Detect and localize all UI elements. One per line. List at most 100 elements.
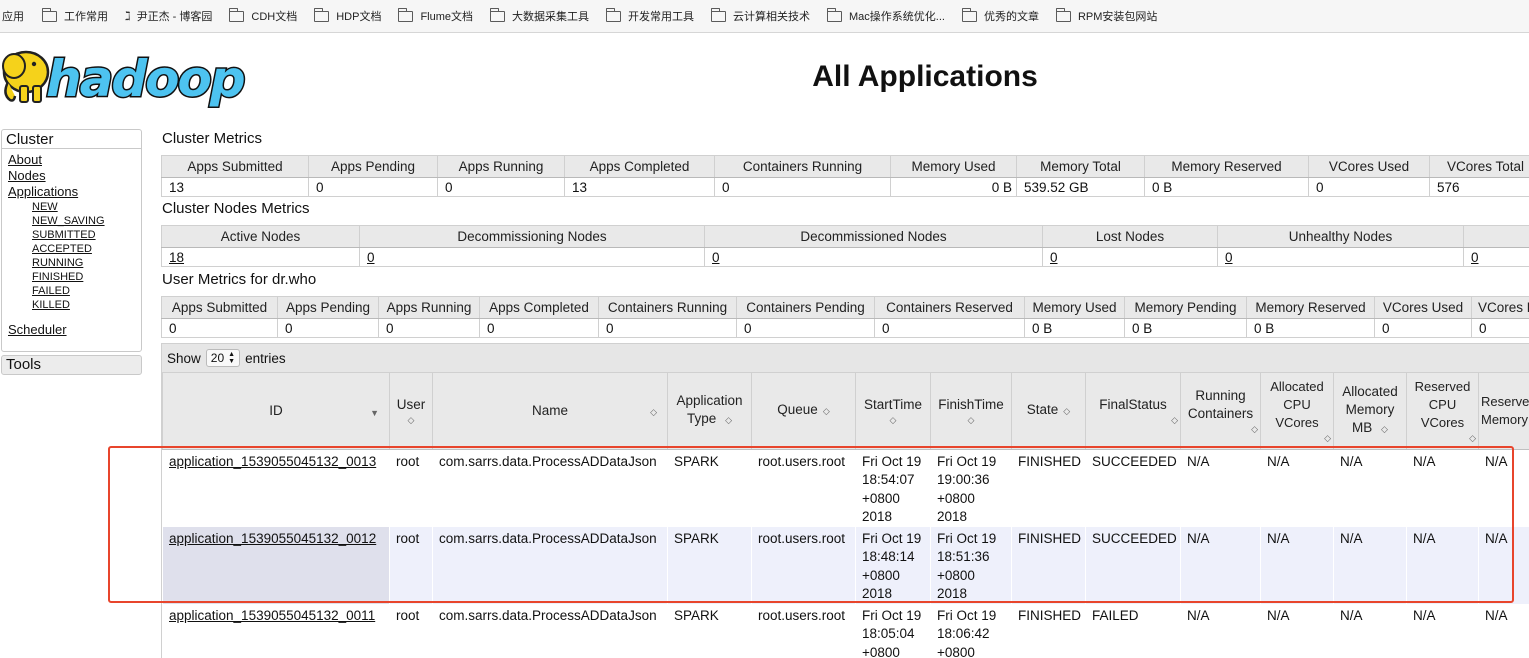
- app-allocated-memory: N/A: [1340, 453, 1363, 469]
- folder-icon: [489, 7, 506, 22]
- nav-nodes[interactable]: Nodes: [8, 168, 141, 184]
- folder-icon: [605, 7, 622, 22]
- applications-table: ID ▼ User ◇ Name ◇ Application Type ◇ Queue…: [162, 373, 1529, 658]
- nav-applications[interactable]: Applications: [8, 184, 141, 200]
- col-allocated-cpu[interactable]: Allocated CPU VCores ◇: [1260, 373, 1334, 450]
- nav-about[interactable]: About: [8, 152, 141, 168]
- app-finalstatus: SUCCEEDED: [1092, 453, 1177, 469]
- col-running-containers[interactable]: Running Containers ◇: [1180, 373, 1261, 450]
- col-state[interactable]: State ◇: [1011, 373, 1086, 450]
- col-rebooted-nodes: [1463, 225, 1529, 248]
- sort-desc-icon: ▼: [370, 408, 379, 418]
- col-app-type[interactable]: Application Type ◇: [667, 373, 752, 450]
- app-user: root: [389, 526, 433, 604]
- nav-state-running[interactable]: RUNNING: [32, 256, 141, 270]
- app-finalstatus: FAILED: [1092, 607, 1139, 623]
- application-id-link[interactable]: application_1539055045132_0011: [169, 608, 375, 623]
- folder-icon: [710, 7, 727, 22]
- metric-value: 0: [1471, 318, 1529, 338]
- decommissioning-nodes-link[interactable]: 0: [367, 250, 375, 265]
- metric-value: 576: [1429, 177, 1529, 197]
- metric-value: 0 B: [890, 177, 1017, 197]
- col-apps-submitted: Apps Submitted: [161, 155, 309, 178]
- nav-state-submitted[interactable]: SUBMITTED: [32, 228, 141, 242]
- bookmark-bigdata[interactable]: 大数据采集工具: [489, 7, 589, 24]
- sort-icon: ◇: [1063, 406, 1071, 417]
- sort-icon: ◇: [407, 414, 415, 425]
- sort-icon: ◇: [889, 414, 897, 425]
- col-user-memory-reserved: Memory Reserved: [1246, 296, 1375, 319]
- cluster-nav-header[interactable]: Cluster: [2, 130, 141, 149]
- nav-state-accepted[interactable]: ACCEPTED: [32, 242, 141, 256]
- app-allocated-memory: N/A: [1333, 526, 1407, 604]
- hadoop-logo[interactable]: hadoop: [0, 42, 260, 108]
- application-id-link[interactable]: application_1539055045132_0012: [169, 531, 376, 546]
- unhealthy-nodes-link[interactable]: 0: [1225, 250, 1233, 265]
- col-memory-used: Memory Used: [890, 155, 1017, 178]
- nav-state-killed[interactable]: KILLED: [32, 298, 141, 312]
- bookmark-blog[interactable]: ℷ 尹正杰 - 博客园: [125, 8, 212, 24]
- col-vcores-used: VCores Used: [1308, 155, 1430, 178]
- col-finalstatus[interactable]: FinalStatus ◇: [1085, 373, 1181, 450]
- folder-icon: [826, 7, 843, 22]
- active-nodes-link[interactable]: 18: [169, 250, 184, 265]
- app-state: FINISHED: [1018, 453, 1082, 469]
- bookmark-rpm[interactable]: RPM安装包网站: [1055, 7, 1157, 24]
- bookmark-mac[interactable]: Mac操作系统优化...: [826, 7, 945, 24]
- col-user[interactable]: User ◇: [389, 373, 433, 450]
- col-memory-total: Memory Total: [1016, 155, 1145, 178]
- page-length-select[interactable]: 20 ▲ ▼: [205, 349, 241, 367]
- col-user-memory-used: Memory Used: [1024, 296, 1125, 319]
- col-apps-completed: Apps Completed: [564, 155, 715, 178]
- application-id-link[interactable]: application_1539055045132_0013: [169, 454, 376, 469]
- elephant-icon: [2, 50, 50, 103]
- bookmark-flume[interactable]: Flume文档: [398, 7, 473, 24]
- decommissioned-nodes-link[interactable]: 0: [712, 250, 720, 265]
- sort-icon: ◇: [1171, 414, 1178, 425]
- col-name[interactable]: Name ◇: [432, 373, 668, 450]
- lost-nodes-link[interactable]: 0: [1050, 250, 1058, 265]
- bookmark-articles[interactable]: 优秀的文章: [961, 7, 1039, 24]
- app-name: com.sarrs.data.ProcessADDataJson: [439, 607, 657, 623]
- rebooted-nodes-link[interactable]: 0: [1471, 250, 1479, 265]
- col-allocated-memory[interactable]: Allocated Memory MB ◇: [1333, 373, 1407, 450]
- bookmark-cloud[interactable]: 云计算相关技术: [710, 7, 810, 24]
- col-reserved-memory[interactable]: Reserved Memory MB: [1478, 373, 1529, 450]
- folder-icon: [41, 7, 57, 22]
- col-user-containers-running: Containers Running: [598, 296, 737, 319]
- nav-state-failed[interactable]: FAILED: [32, 284, 141, 298]
- col-reserved-cpu[interactable]: Reserved CPU VCores ◇: [1406, 373, 1479, 450]
- bookmark-cdh[interactable]: CDH文档: [229, 7, 297, 24]
- metric-value: 0: [437, 177, 565, 197]
- metric-value: 0: [161, 318, 278, 338]
- app-running-containers: N/A: [1180, 526, 1261, 604]
- sort-icon: ◇: [1324, 432, 1331, 443]
- bookmark-work[interactable]: 工作常用: [41, 7, 108, 24]
- nodes-metrics-table: Active Nodes Decommissioning Nodes Decom…: [161, 225, 1529, 267]
- col-id[interactable]: ID ▼: [162, 373, 390, 450]
- col-apps-pending: Apps Pending: [308, 155, 438, 178]
- nav-state-finished[interactable]: FINISHED: [32, 270, 141, 284]
- apps-shortcut[interactable]: 应用: [2, 8, 24, 24]
- col-finishtime[interactable]: FinishTime ◇: [930, 373, 1012, 450]
- tools-nav-header[interactable]: Tools: [1, 355, 142, 375]
- app-allocated-cpu: N/A: [1267, 607, 1290, 623]
- nav-scheduler[interactable]: Scheduler: [8, 322, 141, 338]
- col-starttime[interactable]: StartTime ◇: [855, 373, 931, 450]
- col-queue[interactable]: Queue ◇: [751, 373, 856, 450]
- col-apps-running: Apps Running: [437, 155, 565, 178]
- bookmark-devtools[interactable]: 开发常用工具: [605, 7, 694, 24]
- nav-state-new[interactable]: NEW: [32, 200, 141, 214]
- metric-value: 0: [378, 318, 480, 338]
- app-user: root: [396, 607, 420, 623]
- app-running-containers: N/A: [1187, 453, 1210, 469]
- sort-icon: ◇: [1381, 424, 1388, 435]
- nav-state-new-saving[interactable]: NEW_SAVING: [32, 214, 141, 228]
- app-reserved-memory: N/A: [1485, 453, 1508, 469]
- metric-value: 0 B: [1024, 318, 1125, 338]
- metric-value: 0: [598, 318, 737, 338]
- app-finishtime: Fri Oct 19 19:00:36 +0800 2018: [937, 453, 997, 525]
- app-type: SPARK: [667, 526, 752, 604]
- bookmark-hdp[interactable]: HDP文档: [313, 7, 381, 24]
- folder-icon: [961, 7, 977, 22]
